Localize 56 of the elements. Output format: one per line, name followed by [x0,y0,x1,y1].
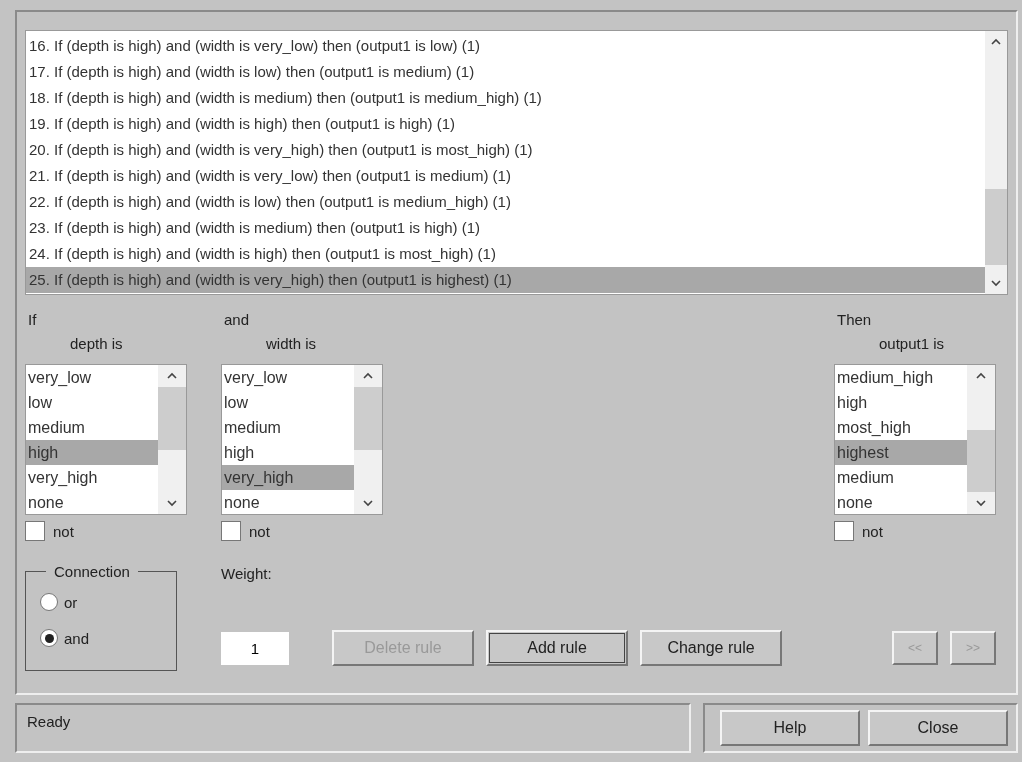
list-item[interactable]: high [835,390,967,415]
rule-button[interactable]: Add rule [486,630,628,666]
checkbox-label: not [862,522,883,540]
list-item[interactable]: very_low [26,365,158,390]
variable-label: depth is [69,334,124,354]
rule-item[interactable]: 23. If (depth is high) and (width is medium) then (output1 is high) (1) [26,215,985,241]
checkbox[interactable] [221,521,241,541]
column-heading: and [223,311,251,330]
list-item[interactable]: high [26,440,158,465]
radio-label: and [64,629,90,647]
list-item[interactable]: low [26,390,158,415]
list-item[interactable]: medium_high [835,365,967,390]
group-title: Connection [53,563,131,580]
variable-label: output1 is [878,334,946,354]
rule-item[interactable]: 22. If (depth is high) and (width is low) then (output1 is medium_high) (1) [26,189,985,215]
checkbox-label: not [53,522,74,540]
rule-item[interactable]: 19. If (depth is high) and (width is high) then (output1 is high) (1) [26,111,985,137]
checkbox[interactable] [25,521,45,541]
rule-item[interactable]: 20. If (depth is high) and (width is very_high) then (output1 is most_high) (1) [26,137,985,163]
list-item[interactable]: low [222,390,354,415]
rule-item[interactable]: 21. If (depth is high) and (width is very_low) then (output1 is medium) (1) [26,163,985,189]
list-item[interactable]: very_high [222,465,354,490]
status-bar: Ready [15,703,691,753]
rule-button[interactable]: Change rule [640,630,782,666]
rule-item[interactable]: 16. If (depth is high) and (width is very_low) then (output1 is low) (1) [26,33,985,59]
column-heading: Then [836,311,873,330]
list-item[interactable]: very_high [26,465,158,490]
dialog-button[interactable]: Help [720,710,860,746]
list-item[interactable]: medium [26,415,158,440]
list-item[interactable]: highest [835,440,967,465]
scrollbar[interactable] [158,365,186,514]
rule-item[interactable]: 17. If (depth is high) and (width is low) then (output1 is medium) (1) [26,59,985,85]
column-heading: If [27,311,38,330]
weight-field[interactable]: 1 [221,631,289,665]
weight-label: Weight: [221,565,273,582]
list-item[interactable]: high [222,440,354,465]
list-item[interactable]: medium [835,465,967,490]
dialog-button[interactable]: Close [868,710,1008,746]
radio-label: or [64,593,78,611]
scrollbar[interactable] [354,365,382,514]
radio-button[interactable] [40,593,58,611]
list-item[interactable]: none [26,490,158,514]
rule-item[interactable]: 25. If (depth is high) and (width is very_high) then (output1 is highest) (1) [26,267,985,293]
checkbox-label: not [249,522,270,540]
scrollbar[interactable] [967,365,995,514]
radio-button[interactable] [40,629,58,647]
list-item[interactable]: none [222,490,354,514]
list-item[interactable]: very_low [222,365,354,390]
list-item[interactable]: most_high [835,415,967,440]
scrollbar[interactable] [985,31,1007,294]
variable-label: width is [265,334,318,354]
rule-item[interactable]: 18. If (depth is high) and (width is medium) then (output1 is medium_high) (1) [26,85,985,111]
list-item[interactable]: medium [222,415,354,440]
rule-item[interactable]: 24. If (depth is high) and (width is high) then (output1 is most_high) (1) [26,241,985,267]
checkbox[interactable] [834,521,854,541]
list-item[interactable]: none [835,490,967,514]
